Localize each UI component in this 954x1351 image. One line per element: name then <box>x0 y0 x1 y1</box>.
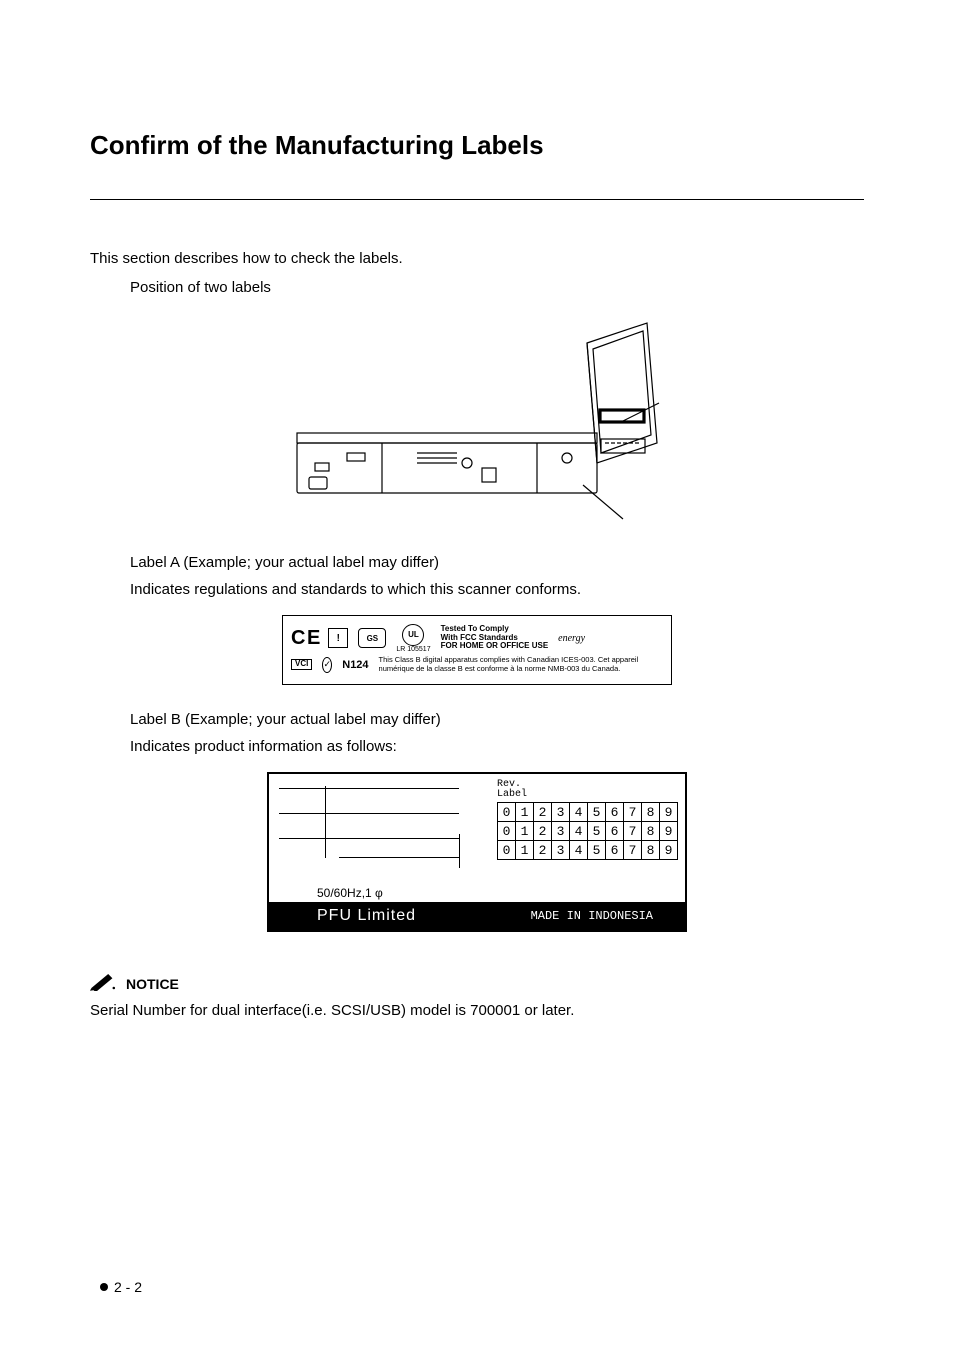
c-tick-icon: ✓ <box>322 657 332 673</box>
grid-cell: 0 <box>498 841 516 859</box>
grid-cell: 1 <box>516 803 534 821</box>
grid-cell: 8 <box>642 822 660 840</box>
position-heading: Position of two labels <box>130 277 864 300</box>
ul-mark-icon: UL LR 105517 <box>396 624 430 653</box>
ices-text: This Class B digital apparatus complies … <box>379 656 663 673</box>
title-rule <box>90 199 864 200</box>
grid-cell: 7 <box>624 841 642 859</box>
vcci-mark-icon: VCI <box>291 659 312 670</box>
made-in-text: MADE IN INDONESIA <box>527 908 657 924</box>
grid-cell: 6 <box>606 803 624 821</box>
grid-cell: 1 <box>516 841 534 859</box>
grid-cell: 0 <box>498 822 516 840</box>
rev-label-text: Rev. Label <box>497 780 527 800</box>
warning-triangle-icon: ! <box>328 628 348 648</box>
frequency-text: 50/60Hz,1 φ <box>317 886 383 900</box>
grid-cell: 9 <box>660 803 677 821</box>
grid-cell: 8 <box>642 841 660 859</box>
fcc-text: Tested To Comply With FCC Standards FOR … <box>441 625 549 651</box>
grid-cell: 5 <box>588 803 606 821</box>
grid-cell: 2 <box>534 822 552 840</box>
grid-cell: 2 <box>534 803 552 821</box>
grid-row: 0123456789 <box>498 821 677 840</box>
grid-cell: 4 <box>570 841 588 859</box>
grid-cell: 5 <box>588 822 606 840</box>
grid-cell: 1 <box>516 822 534 840</box>
gs-mark-icon: GS <box>358 628 386 648</box>
grid-cell: 6 <box>606 841 624 859</box>
grid-cell: 5 <box>588 841 606 859</box>
labelB-figure: Rev. Label 0123456789 0123456789 0123456… <box>90 772 864 937</box>
rev-digit-grid: 0123456789 0123456789 0123456789 <box>497 802 678 860</box>
grid-cell: 7 <box>624 822 642 840</box>
intro-text: This section describes how to check the … <box>90 248 864 271</box>
labelA-desc: Indicates regulations and standards to w… <box>130 579 864 602</box>
grid-cell: 6 <box>606 822 624 840</box>
ce-mark-icon: C E <box>291 627 318 650</box>
notice-pencil-icon <box>90 971 118 996</box>
scanner-illustration <box>287 313 667 523</box>
notice-text: Serial Number for dual interface(i.e. SC… <box>90 1002 864 1019</box>
n124-text: N124 <box>342 659 368 671</box>
labelA-figure: C E ! GS UL LR 105517 Tested To Comply W… <box>90 615 864 685</box>
grid-cell: 3 <box>552 822 570 840</box>
bullet-icon <box>100 1283 108 1291</box>
grid-cell: 3 <box>552 803 570 821</box>
energy-star-icon: energy <box>558 633 585 644</box>
grid-cell: 0 <box>498 803 516 821</box>
page-number-text: 2 - 2 <box>114 1279 142 1295</box>
labelB-caption: Label B (Example; your actual label may … <box>130 709 864 732</box>
grid-cell: 4 <box>570 822 588 840</box>
grid-cell: 4 <box>570 803 588 821</box>
grid-row: 0123456789 <box>498 840 677 859</box>
pfu-limited-text: PFU Limited <box>317 907 416 925</box>
page-number: 2 - 2 <box>100 1279 142 1295</box>
scanner-figure <box>90 313 864 528</box>
grid-cell: 9 <box>660 841 677 859</box>
grid-cell: 7 <box>624 803 642 821</box>
grid-cell: 2 <box>534 841 552 859</box>
labelB-desc: Indicates product information as follows… <box>130 736 864 759</box>
labelA-caption: Label A (Example; your actual label may … <box>130 552 864 575</box>
grid-cell: 8 <box>642 803 660 821</box>
labelA-box: C E ! GS UL LR 105517 Tested To Comply W… <box>282 615 672 685</box>
grid-row: 0123456789 <box>498 803 677 821</box>
labelB-box: Rev. Label 0123456789 0123456789 0123456… <box>267 772 687 932</box>
grid-cell: 3 <box>552 841 570 859</box>
notice-heading: NOTICE <box>126 976 179 992</box>
page-title: Confirm of the Manufacturing Labels <box>90 130 864 161</box>
grid-cell: 9 <box>660 822 677 840</box>
